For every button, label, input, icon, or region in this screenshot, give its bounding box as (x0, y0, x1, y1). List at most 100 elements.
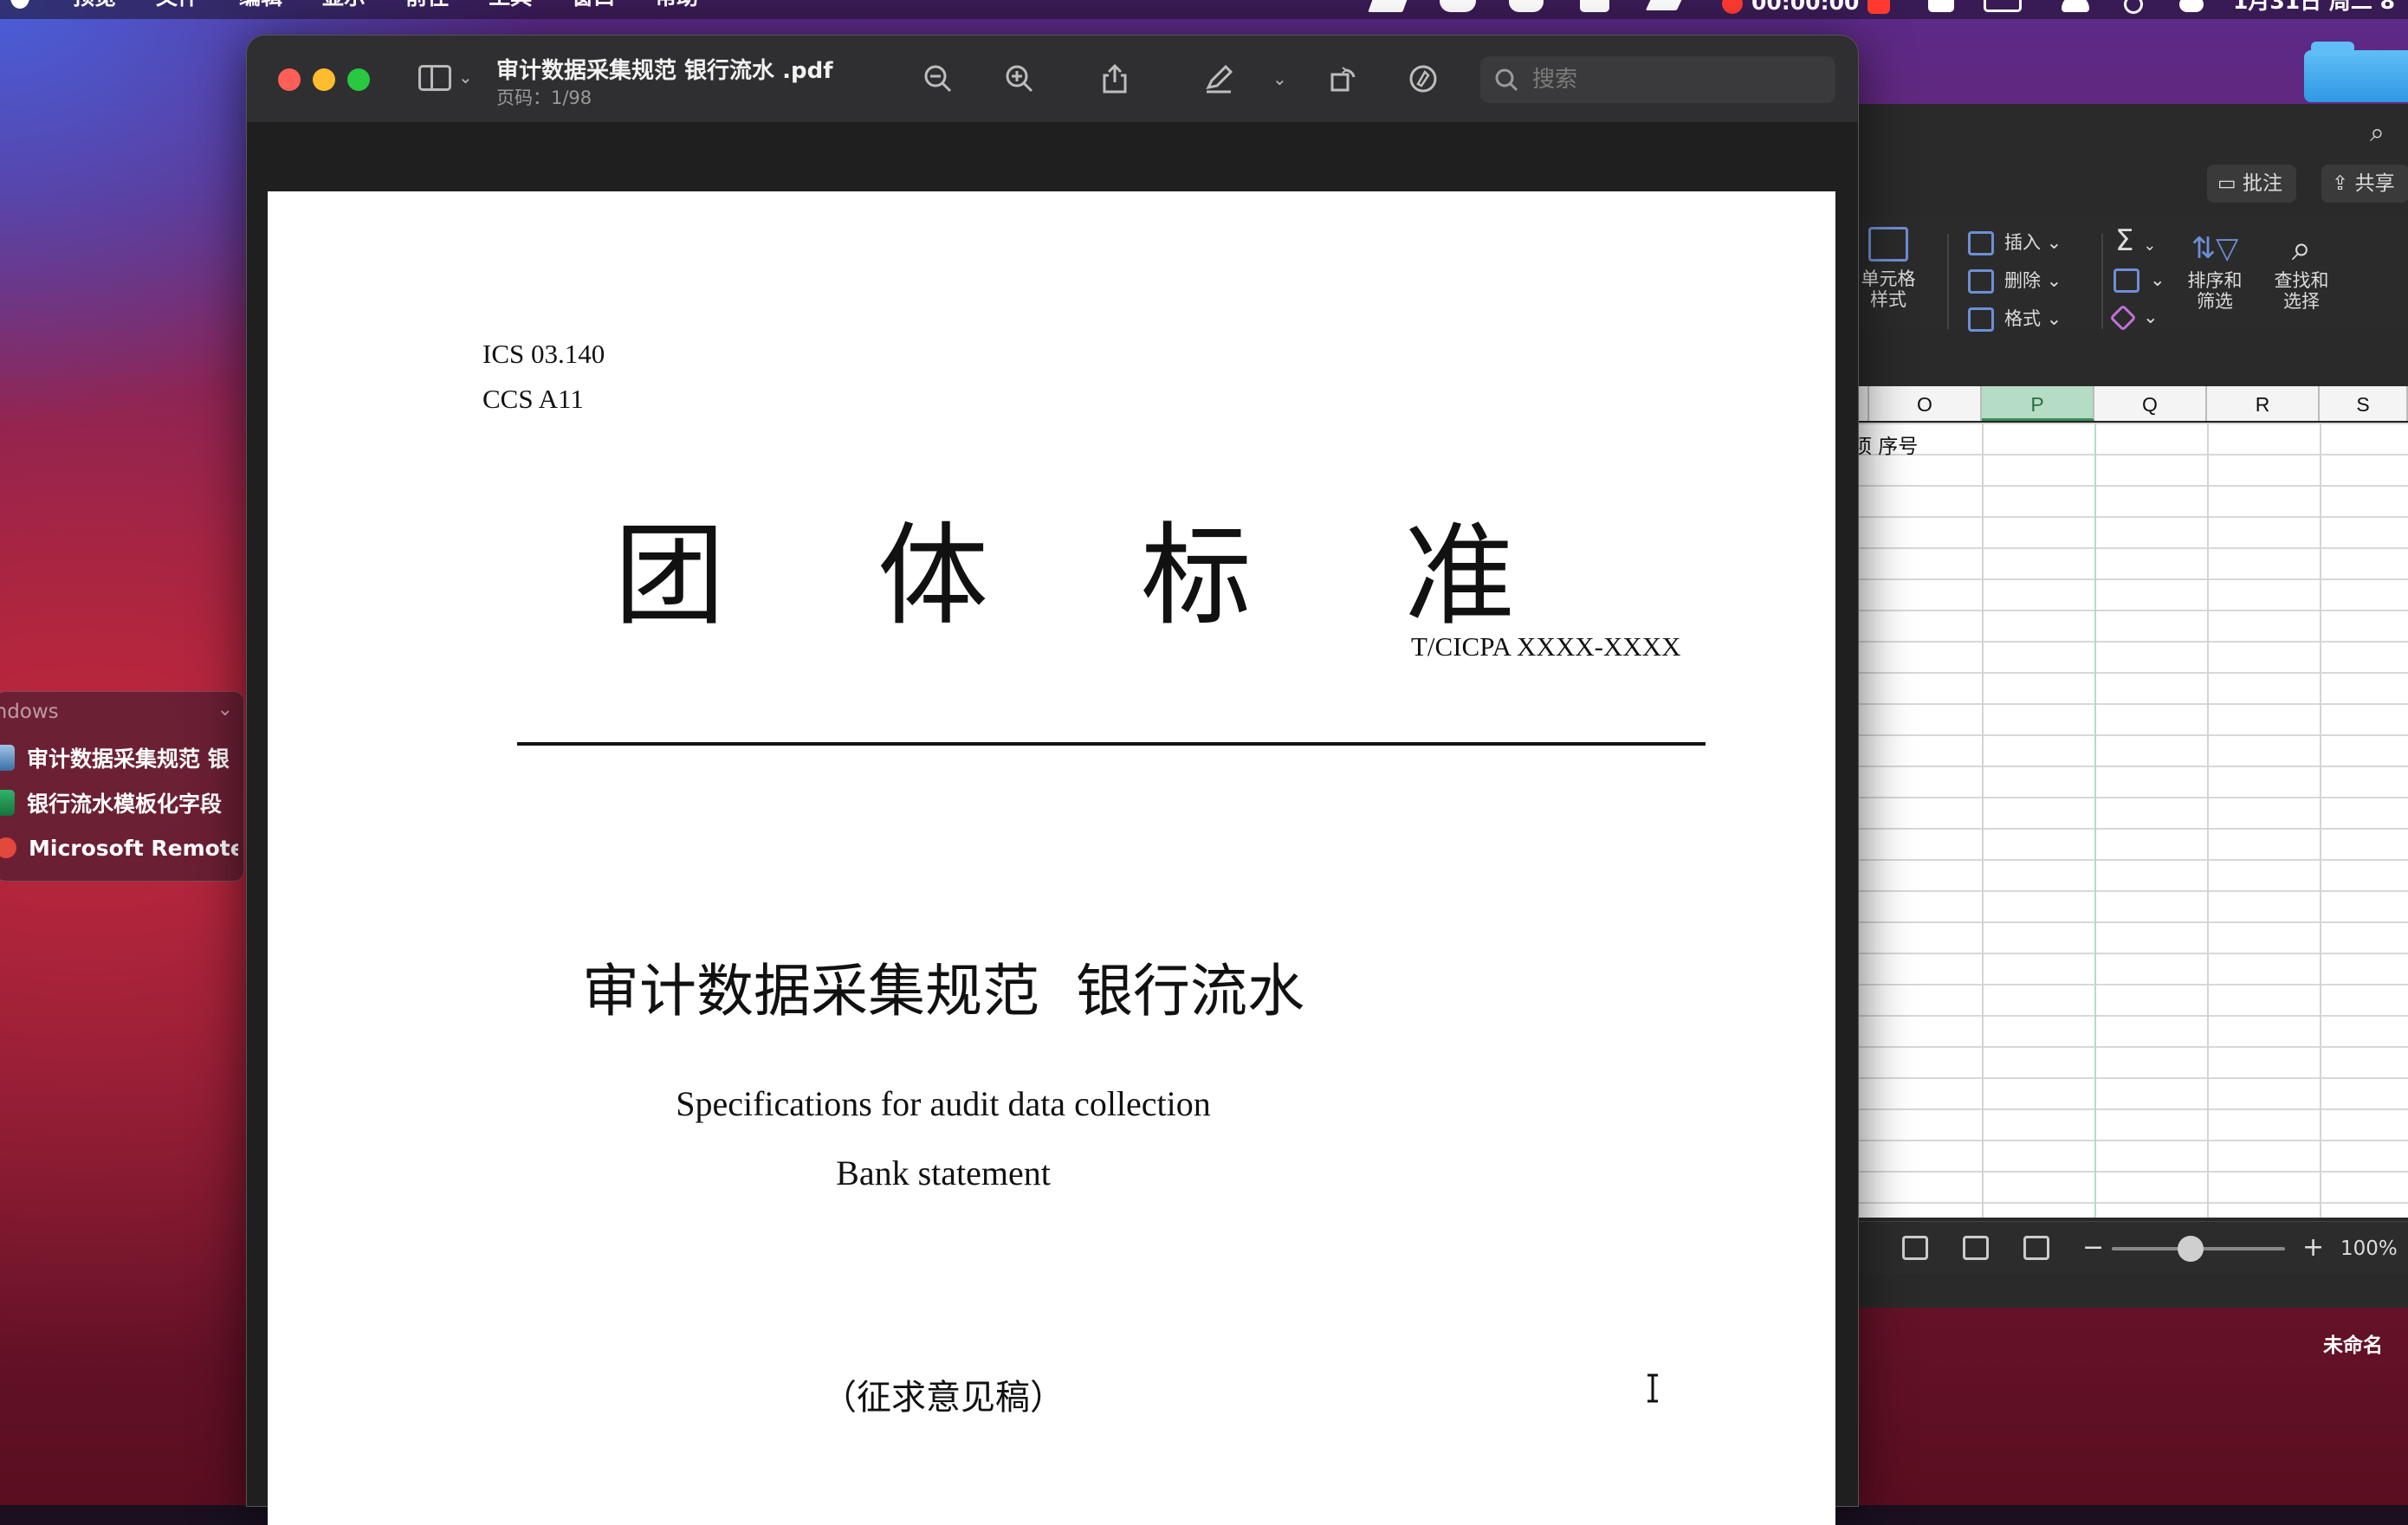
menu-window[interactable]: 窗口 (572, 0, 615, 8)
column-header-q[interactable]: Q (2094, 386, 2207, 421)
normal-view-icon[interactable] (1902, 1236, 1928, 1260)
text-cursor-icon (1647, 1373, 1658, 1403)
standard-type-heading: 团 体 标 准 (614, 486, 1515, 646)
share-button[interactable]: ⇪ 共享 (2321, 165, 2408, 203)
ics-code: ICS 03.140 (482, 339, 605, 369)
excel-window: ⌕ ▭ 批注 ⇪ 共享 单元格 样式 插入 ⌄ 删除 ⌄ 格式 ⌄ Σ ⌄ ⌄ … (1854, 104, 2408, 1308)
menu-view[interactable]: 显示 (322, 0, 366, 8)
chevron-down-icon[interactable]: ⌄ (458, 67, 473, 87)
comment-label: 批注 (2243, 172, 2283, 195)
autosum-icon[interactable]: Σ ⌄ (2115, 223, 2156, 258)
search-input[interactable] (1531, 61, 1820, 98)
menu-file[interactable]: 文件 (156, 0, 199, 8)
search-icon (1495, 68, 1518, 92)
chevron-down-icon[interactable]: ⌄ (217, 699, 233, 720)
search-field[interactable] (1480, 56, 1835, 103)
wifi-icon[interactable] (2062, 0, 2089, 12)
chinese-title: 审计数据采集规范 银行流水 (582, 958, 1304, 1024)
workbook-name: 未命名 (2323, 1334, 2383, 1357)
zoom-window-button[interactable] (347, 68, 370, 91)
cell-styles-icon (1868, 227, 1908, 262)
zoom-in-icon[interactable]: + (2302, 1232, 2324, 1263)
heading-char: 体 (877, 512, 988, 641)
comment-icon: ▭ (2217, 172, 2243, 195)
apple-menu-icon[interactable] (9, 0, 31, 19)
recording-time: 00:00:00 (1751, 0, 1860, 15)
menu-go[interactable]: 前往 (405, 0, 449, 8)
close-window-button[interactable] (278, 68, 301, 91)
minimize-window-button[interactable] (313, 68, 335, 91)
document-title: 审计数据采集规范 银行流水 .pdf (496, 58, 833, 84)
cloud-icon[interactable] (1440, 0, 1476, 12)
column-header-r[interactable]: R (2207, 386, 2320, 421)
desktop-folder-icon[interactable] (2304, 42, 2408, 102)
chevron-down-icon[interactable]: ⌄ (1272, 68, 1287, 89)
search-icon[interactable]: ⌕ (2370, 118, 2385, 148)
format-icon (1968, 307, 1994, 332)
grid-cells[interactable] (1854, 423, 2408, 1218)
cell-styles-button[interactable]: 单元格 样式 (1854, 227, 1923, 310)
delete-button[interactable]: 删除 ⌄ (1968, 267, 2062, 294)
rotate-icon[interactable] (1328, 63, 1359, 94)
zoom-out-icon[interactable] (922, 63, 954, 94)
wechat-icon[interactable] (1509, 0, 1544, 12)
grid-column-line (2094, 423, 2096, 1218)
highlight-pen-icon[interactable] (1203, 63, 1234, 94)
page-break-icon[interactable] (2023, 1236, 2049, 1260)
comment-button[interactable]: ▭ 批注 (2207, 165, 2297, 203)
column-header-s[interactable]: S (2320, 386, 2408, 421)
excel-ribbon: 单元格 样式 插入 ⌄ 删除 ⌄ 格式 ⌄ Σ ⌄ ⌄ ⌄ ⇅▽ 排序和 筛选 ⌕… (1854, 216, 2408, 332)
image-icon[interactable] (1580, 0, 1609, 12)
cell-styles-label: 单元格 样式 (1861, 268, 1916, 310)
menu-tools[interactable]: 工具 (489, 0, 532, 8)
markup-icon[interactable] (1408, 63, 1439, 94)
pdf-page[interactable]: ICS 03.140 CCS A11 团 体 标 准 T/CICPA XXXX-… (268, 191, 1835, 1525)
window-item-preview[interactable]: 审计数据采集规范 银 (0, 740, 238, 775)
menu-help[interactable]: 帮助 (655, 0, 698, 8)
clear-button[interactable]: ⌄ (2109, 304, 2159, 332)
heading-char: 团 (614, 512, 726, 641)
format-label: 格式 (2004, 308, 2041, 329)
grid-column-line (1982, 423, 1984, 1218)
zoom-in-icon[interactable] (1004, 63, 1035, 94)
insert-icon (1968, 231, 1994, 255)
menu-app-name[interactable]: 预览 (73, 0, 116, 8)
ribbon-divider (1947, 234, 1949, 329)
sort-filter-icon: ⇅▽ (2191, 231, 2239, 266)
battery-icon[interactable] (1984, 0, 2022, 12)
control-center-icon[interactable] (2179, 0, 2204, 12)
share-icon[interactable] (1099, 63, 1130, 94)
standard-number: T/CICPA XXXX-XXXX (1411, 631, 1681, 662)
format-button[interactable]: 格式 ⌄ (1968, 305, 2062, 332)
cell-o1[interactable]: 项 序号 (1854, 430, 1918, 459)
menu-clock[interactable]: 1月31日 周二 8 (2233, 0, 2395, 12)
excel-status-bar: − + 100% (1854, 1221, 2408, 1274)
fill-icon (2113, 268, 2139, 293)
sidebar-toggle-icon[interactable] (418, 65, 451, 91)
delete-label: 删除 (2004, 270, 2041, 291)
screen-recorder-status[interactable]: 00:00:00 (1722, 0, 1895, 16)
spreadsheet-grid[interactable]: O P Q R S 项 序号 (1854, 386, 2408, 1218)
input-method-icon[interactable] (1928, 0, 1954, 12)
insert-button[interactable]: 插入 ⌄ (1968, 229, 2062, 255)
status-app-icon[interactable] (1368, 0, 1411, 12)
fill-button[interactable]: ⌄ (2113, 268, 2165, 293)
delete-icon (1968, 269, 1994, 294)
airplay-icon[interactable] (1645, 0, 1685, 10)
menu-bar: 预览 文件 编辑 显示 前往 工具 窗口 帮助 00:00:00 1月31日 周… (0, 0, 2408, 19)
zoom-out-icon[interactable]: − (2082, 1232, 2104, 1263)
menu-edit[interactable]: 编辑 (239, 0, 282, 8)
document-canvas[interactable]: ICS 03.140 CCS A11 团 体 标 准 T/CICPA XXXX-… (247, 122, 1858, 1525)
column-header-p[interactable]: P (1982, 386, 2094, 421)
column-header-o[interactable]: O (1869, 386, 1982, 421)
zoom-slider-knob[interactable] (2178, 1236, 2204, 1262)
page-layout-icon[interactable] (1963, 1236, 1989, 1260)
pause-icon[interactable] (1867, 0, 1891, 14)
spotlight-search-icon[interactable] (2124, 0, 2143, 14)
find-select-button[interactable]: ⌕ 查找和 选择 (2262, 227, 2340, 312)
sort-filter-button[interactable]: ⇅▽ 排序和 筛选 (2176, 227, 2254, 312)
window-item-excel[interactable]: 银行流水模板化字段 (0, 785, 238, 820)
heading-char: 准 (1403, 512, 1515, 641)
window-item-remote-desktop[interactable]: Microsoft Remote D (0, 830, 238, 865)
draft-note: （征求意见稿） (822, 1378, 1065, 1418)
